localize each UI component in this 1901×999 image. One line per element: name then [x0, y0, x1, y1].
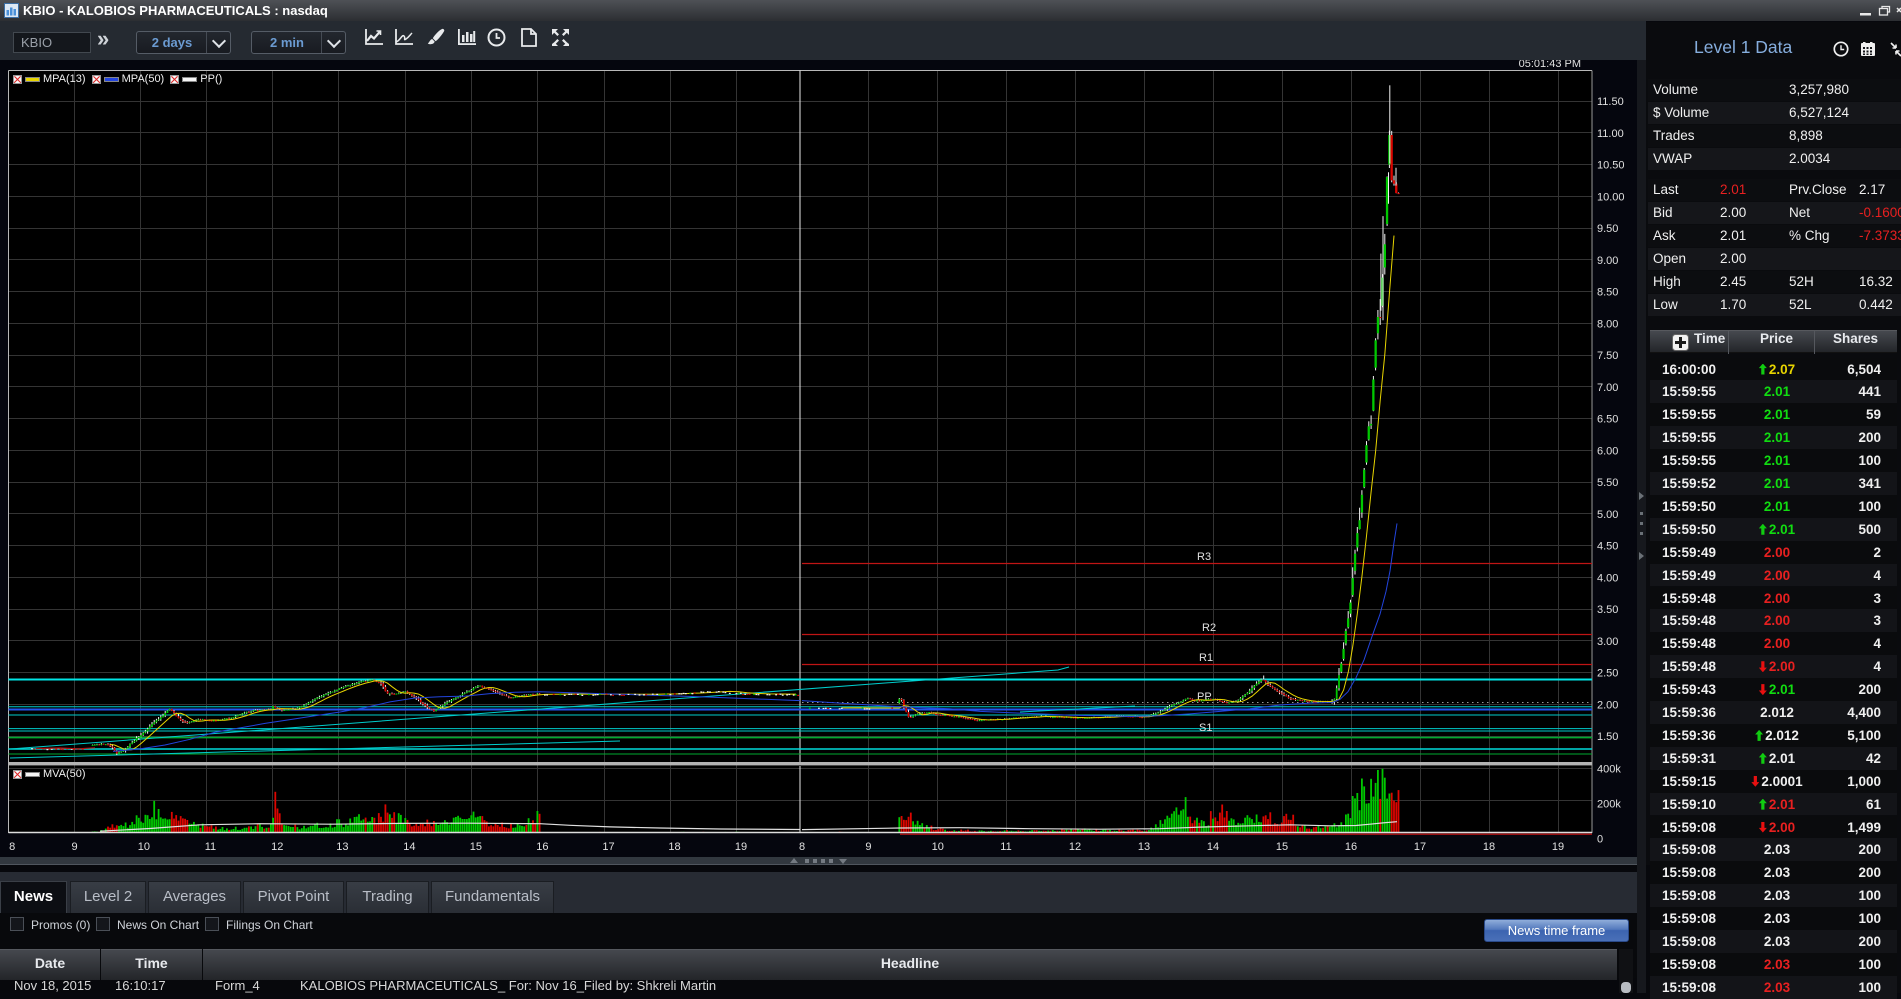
- svg-text:R1: R1: [1199, 652, 1213, 664]
- svg-text:9.00: 9.00: [1597, 255, 1618, 267]
- svg-text:8: 8: [9, 841, 15, 853]
- svg-text:4.00: 4.00: [1597, 572, 1618, 584]
- svg-text:S1: S1: [1199, 722, 1212, 734]
- svg-text:1.50: 1.50: [1597, 731, 1618, 743]
- svg-text:10: 10: [138, 841, 150, 853]
- svg-text:13: 13: [336, 841, 348, 853]
- svg-text:8: 8: [799, 841, 805, 853]
- svg-text:11: 11: [205, 841, 216, 853]
- svg-text:12: 12: [271, 841, 283, 853]
- svg-text:15: 15: [1276, 841, 1288, 853]
- svg-text:6.00: 6.00: [1597, 445, 1618, 457]
- svg-text:2.50: 2.50: [1597, 668, 1618, 680]
- svg-text:5.00: 5.00: [1597, 509, 1618, 521]
- svg-text:2.00: 2.00: [1597, 699, 1618, 711]
- svg-text:7.00: 7.00: [1597, 382, 1618, 394]
- svg-text:8.00: 8.00: [1597, 318, 1618, 330]
- svg-text:18: 18: [1483, 841, 1495, 853]
- svg-text:10: 10: [932, 841, 944, 853]
- svg-text:200k: 200k: [1597, 799, 1621, 811]
- svg-text:19: 19: [735, 841, 747, 853]
- svg-text:11: 11: [1000, 841, 1011, 853]
- svg-text:11.00: 11.00: [1597, 128, 1624, 140]
- svg-text:400k: 400k: [1597, 764, 1621, 776]
- svg-text:05:01:43 PM: 05:01:43 PM: [1519, 60, 1581, 70]
- svg-text:9: 9: [865, 841, 871, 853]
- svg-text:4.50: 4.50: [1597, 541, 1618, 553]
- svg-text:13: 13: [1138, 841, 1150, 853]
- svg-text:9: 9: [72, 841, 78, 853]
- svg-text:11.50: 11.50: [1597, 96, 1624, 108]
- svg-text:7.50: 7.50: [1597, 350, 1618, 362]
- svg-text:16: 16: [536, 841, 548, 853]
- svg-text:18: 18: [668, 841, 680, 853]
- svg-text:17: 17: [602, 841, 614, 853]
- svg-text:5.50: 5.50: [1597, 477, 1618, 489]
- svg-text:15: 15: [470, 841, 482, 853]
- svg-text:10.50: 10.50: [1597, 160, 1625, 172]
- svg-text:14: 14: [403, 841, 415, 853]
- svg-text:8.50: 8.50: [1597, 287, 1618, 299]
- svg-text:R2: R2: [1202, 622, 1216, 634]
- svg-text:9.50: 9.50: [1597, 223, 1618, 235]
- svg-text:10.00: 10.00: [1597, 191, 1625, 203]
- svg-text:3.00: 3.00: [1597, 636, 1618, 648]
- svg-text:16: 16: [1345, 841, 1357, 853]
- svg-text:0: 0: [1597, 834, 1603, 846]
- svg-text:R3: R3: [1197, 551, 1211, 563]
- svg-text:17: 17: [1414, 841, 1426, 853]
- svg-text:6.50: 6.50: [1597, 414, 1618, 426]
- svg-text:19: 19: [1552, 841, 1564, 853]
- svg-text:12: 12: [1069, 841, 1081, 853]
- svg-text:14: 14: [1207, 841, 1219, 853]
- svg-text:3.50: 3.50: [1597, 604, 1618, 616]
